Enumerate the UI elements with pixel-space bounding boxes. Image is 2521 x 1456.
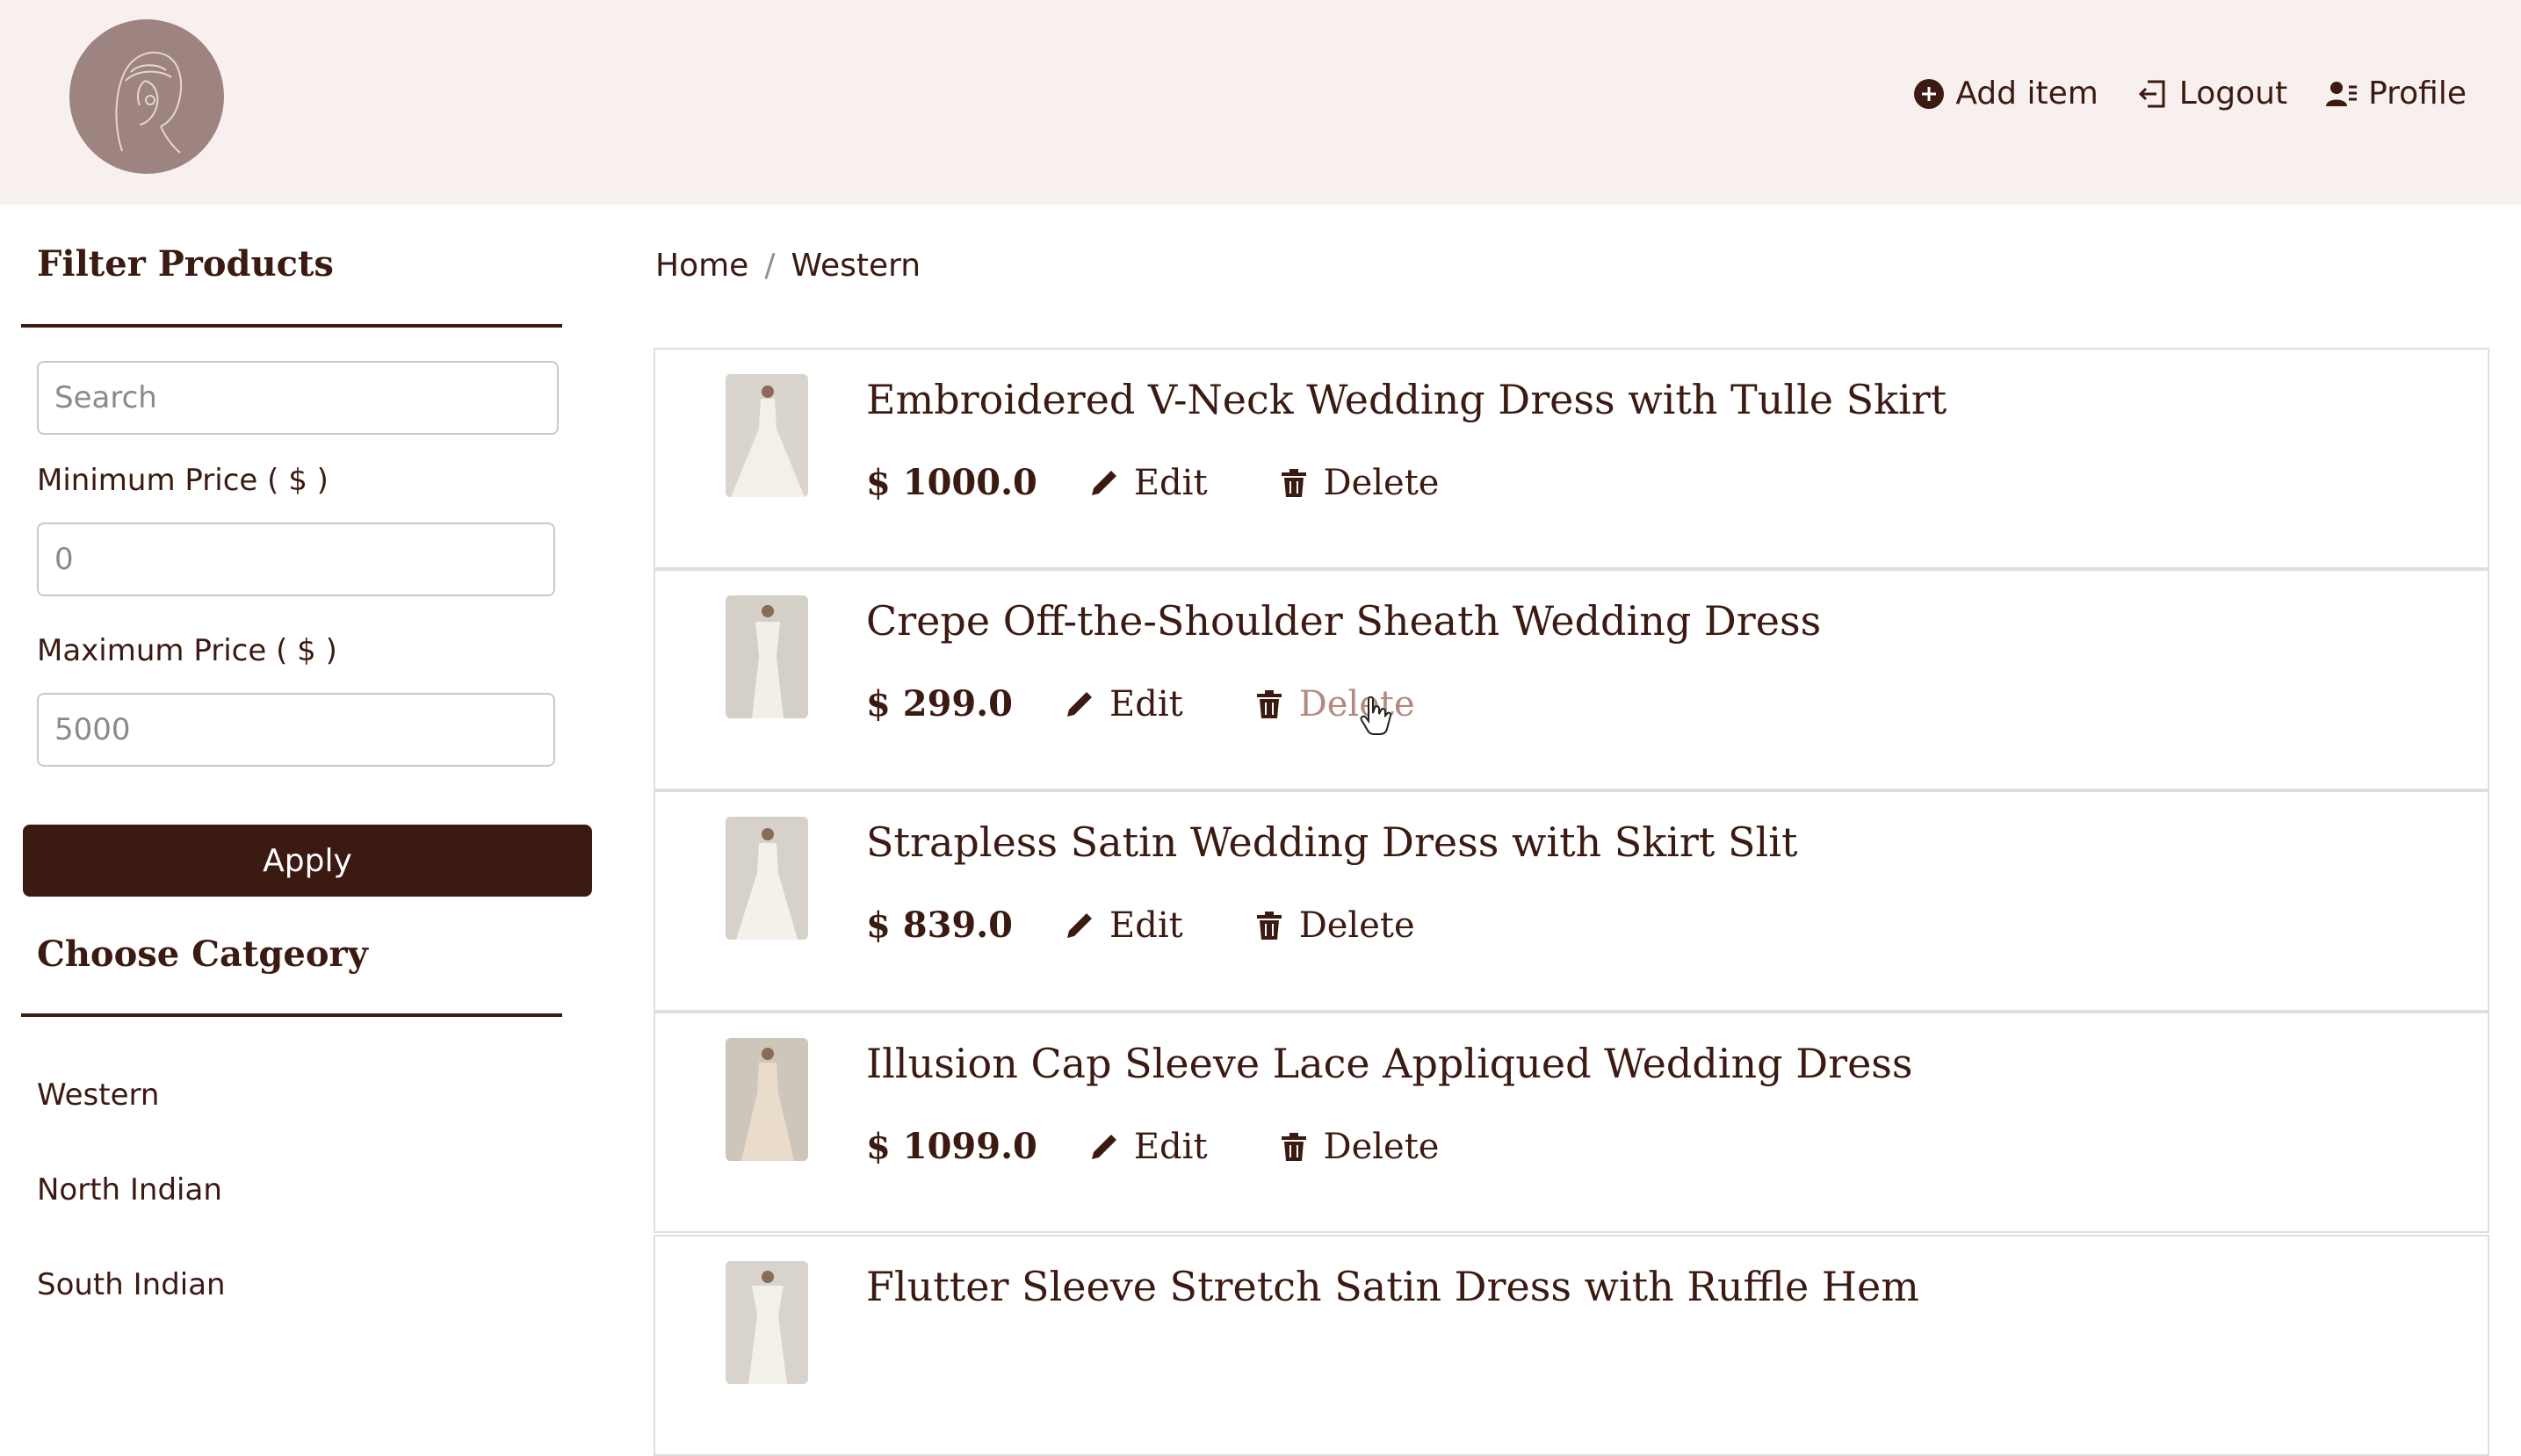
breadcrumb-separator: /	[764, 248, 776, 284]
category-divider	[21, 1013, 562, 1017]
breadcrumb: Home / Western	[655, 248, 921, 284]
trash-icon	[1256, 689, 1282, 718]
edit-button[interactable]: Edit	[1087, 1127, 1208, 1167]
trash-icon	[1256, 911, 1282, 940]
edit-button[interactable]: Edit	[1062, 684, 1183, 724]
pencil-icon	[1091, 470, 1116, 495]
dress-image	[726, 817, 808, 940]
category-south-indian[interactable]: South Indian	[37, 1267, 226, 1302]
user-list-icon	[2326, 81, 2358, 106]
bride-silhouette-icon	[115, 51, 183, 154]
product-thumbnail[interactable]	[726, 374, 808, 497]
trash-icon	[1281, 1132, 1306, 1161]
product-title[interactable]: Embroidered V-Neck Wedding Dress with Tu…	[866, 376, 1947, 423]
filter-divider	[21, 324, 562, 328]
delete-label: Delete	[1323, 462, 1440, 503]
brand-logo[interactable]	[69, 19, 224, 174]
apply-button[interactable]: Apply	[23, 825, 592, 897]
delete-button[interactable]: Delete	[1276, 1126, 1440, 1167]
profile-label: Profile	[2368, 76, 2467, 112]
product-card: Strapless Satin Wedding Dress with Skirt…	[654, 790, 2489, 1012]
edit-label: Edit	[1133, 1126, 1208, 1167]
category-title: Choose Catgeory	[37, 933, 368, 975]
edit-label: Edit	[1133, 462, 1208, 503]
product-card: Flutter Sleeve Stretch Satin Dress with …	[654, 1235, 2489, 1456]
delete-label: Delete	[1298, 905, 1415, 946]
add-item-label: Add item	[1955, 76, 2098, 112]
product-title[interactable]: Flutter Sleeve Stretch Satin Dress with …	[866, 1263, 1919, 1310]
delete-button[interactable]: Delete	[1276, 462, 1440, 503]
product-price: $ 299.0	[866, 683, 1014, 724]
plus-circle-icon	[1914, 78, 1945, 109]
product-price: $ 1000.0	[866, 462, 1037, 503]
trash-icon	[1281, 468, 1306, 497]
product-thumbnail[interactable]	[726, 817, 808, 940]
add-item-link[interactable]: Add item	[1913, 76, 2098, 112]
pencil-icon	[1067, 912, 1093, 938]
pencil-icon	[1067, 691, 1093, 717]
breadcrumb-current: Western	[791, 248, 921, 284]
delete-label: Delete	[1323, 1126, 1440, 1167]
logout-label: Logout	[2178, 76, 2288, 112]
product-thumbnail[interactable]	[726, 595, 808, 718]
product-price: $ 839.0	[866, 905, 1014, 946]
search-input[interactable]	[37, 361, 559, 435]
min-price-label: Minimum Price ( $ )	[37, 463, 329, 498]
product-title[interactable]: Strapless Satin Wedding Dress with Skirt…	[866, 818, 1797, 866]
filter-sidebar: Filter Products Minimum Price ( $ ) Maxi…	[0, 205, 615, 1347]
filter-title: Filter Products	[37, 243, 334, 285]
product-card: Crepe Off-the-Shoulder Sheath Wedding Dr…	[654, 569, 2489, 790]
edit-label: Edit	[1109, 683, 1183, 724]
category-western[interactable]: Western	[37, 1078, 159, 1113]
product-thumbnail[interactable]	[726, 1038, 808, 1161]
min-price-input[interactable]	[37, 523, 555, 596]
edit-button[interactable]: Edit	[1062, 905, 1183, 946]
dress-image	[726, 374, 808, 497]
product-title[interactable]: Illusion Cap Sleeve Lace Appliqued Weddi…	[866, 1040, 1913, 1087]
hand-cursor-icon	[1360, 696, 1392, 735]
pencil-icon	[1091, 1134, 1116, 1159]
category-north-indian[interactable]: North Indian	[37, 1172, 222, 1207]
profile-link[interactable]: Profile	[2326, 76, 2467, 112]
max-price-input[interactable]	[37, 693, 555, 767]
max-price-label: Maximum Price ( $ )	[37, 633, 337, 668]
delete-button[interactable]: Delete	[1252, 905, 1415, 946]
delete-label: Delete	[1298, 683, 1415, 724]
logout-icon	[2138, 80, 2165, 107]
product-card: Embroidered V-Neck Wedding Dress with Tu…	[654, 348, 2489, 569]
dress-image	[726, 595, 808, 718]
dress-image	[726, 1038, 808, 1161]
top-navbar: Add item Logout Profile	[0, 0, 2521, 205]
product-price: $ 1099.0	[866, 1126, 1037, 1167]
edit-button[interactable]: Edit	[1087, 463, 1208, 503]
breadcrumb-home[interactable]: Home	[655, 248, 748, 284]
dress-image	[726, 1261, 808, 1384]
product-thumbnail[interactable]	[726, 1261, 808, 1384]
edit-label: Edit	[1109, 905, 1183, 946]
product-title[interactable]: Crepe Off-the-Shoulder Sheath Wedding Dr…	[866, 597, 1821, 645]
product-card: Illusion Cap Sleeve Lace Appliqued Weddi…	[654, 1012, 2489, 1233]
logout-link[interactable]: Logout	[2137, 76, 2287, 112]
